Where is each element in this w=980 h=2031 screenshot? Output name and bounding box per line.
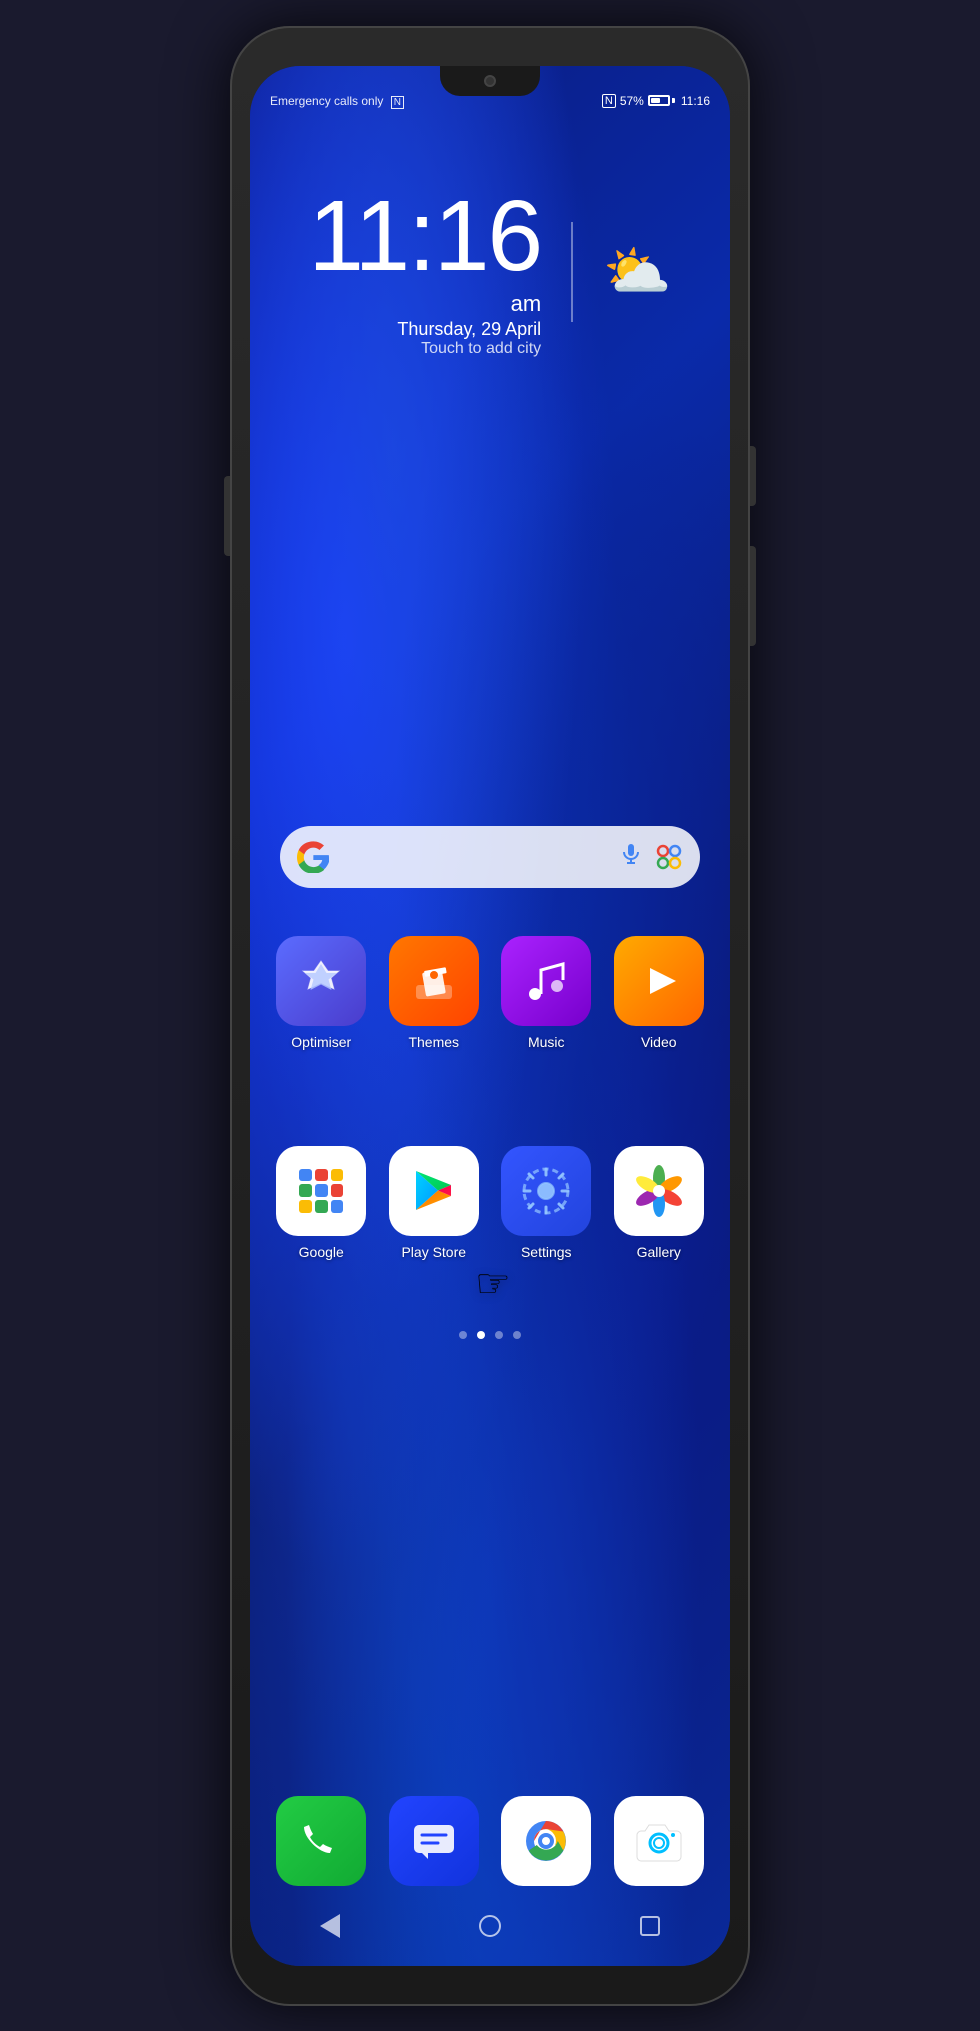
app-icon-settings	[501, 1146, 591, 1236]
app-icon-video	[614, 936, 704, 1026]
phone-screen: Emergency calls only N N 57% 11:16 11:16…	[250, 66, 730, 1966]
clock-area: 11:16 am Thursday, 29 April Touch to add…	[250, 186, 730, 358]
lens-icon[interactable]	[653, 841, 685, 873]
app-label-google: Google	[299, 1244, 344, 1260]
back-triangle-icon	[320, 1914, 340, 1938]
app-grid-row1: Optimiser Themes	[270, 936, 710, 1050]
side-button-right-top[interactable]	[750, 446, 756, 506]
nfc-icon: N	[391, 96, 404, 109]
dock-item-camera[interactable]	[608, 1796, 711, 1886]
app-icon-optimiser	[276, 936, 366, 1026]
app-item-video[interactable]: Video	[608, 936, 711, 1050]
clock-date: Thursday, 29 April	[308, 319, 541, 340]
page-dots	[250, 1331, 730, 1339]
app-label-video: Video	[641, 1034, 677, 1050]
app-icon-camera	[614, 1796, 704, 1886]
dot-2[interactable]	[477, 1331, 485, 1339]
recent-square-icon	[640, 1916, 660, 1936]
status-left: Emergency calls only N	[270, 94, 404, 108]
nav-recent-button[interactable]	[630, 1906, 670, 1946]
nfc-indicator: N	[602, 94, 616, 108]
app-icon-themes	[389, 936, 479, 1026]
dot-3	[495, 1331, 503, 1339]
phone-outer: Emergency calls only N N 57% 11:16 11:16…	[230, 26, 750, 2006]
app-icon-google	[276, 1146, 366, 1236]
app-icon-music	[501, 936, 591, 1026]
clock-divider	[571, 222, 573, 322]
dock-item-chrome[interactable]	[495, 1796, 598, 1886]
dock	[270, 1796, 710, 1886]
clock-am: am	[308, 291, 541, 317]
nav-back-button[interactable]	[310, 1906, 350, 1946]
battery-percent: 57%	[620, 94, 644, 108]
google-logo	[295, 839, 331, 875]
clock-city[interactable]: Touch to add city	[308, 340, 541, 358]
battery-icon	[648, 95, 675, 106]
app-label-music: Music	[528, 1034, 565, 1050]
app-icon-chrome	[501, 1796, 591, 1886]
app-item-music[interactable]: Music	[495, 936, 598, 1050]
time-display: 11:16	[681, 94, 710, 108]
app-label-playstore: Play Store	[401, 1244, 466, 1260]
dock-item-phone[interactable]	[270, 1796, 373, 1886]
cursor-hand: ☞	[475, 1261, 511, 1307]
dot-4	[513, 1331, 521, 1339]
weather-icon[interactable]: ⛅	[603, 244, 671, 299]
notch-camera	[484, 75, 496, 87]
side-button-left[interactable]	[224, 476, 230, 556]
dock-item-messages[interactable]	[383, 1796, 486, 1886]
app-label-settings: Settings	[521, 1244, 572, 1260]
app-icon-messages	[389, 1796, 479, 1886]
nav-bar	[250, 1896, 730, 1956]
side-button-right-mid[interactable]	[750, 546, 756, 646]
notch	[440, 66, 540, 96]
search-bar[interactable]	[280, 826, 700, 888]
app-item-google[interactable]: Google	[270, 1146, 373, 1260]
nav-home-button[interactable]	[470, 1906, 510, 1946]
dot-1	[459, 1331, 467, 1339]
app-icon-playstore	[389, 1146, 479, 1236]
app-label-gallery: Gallery	[637, 1244, 681, 1260]
emergency-text: Emergency calls only	[270, 94, 383, 108]
home-circle-icon	[479, 1915, 501, 1937]
app-icon-phone	[276, 1796, 366, 1886]
app-label-optimiser: Optimiser	[291, 1034, 351, 1050]
app-item-settings[interactable]: Settings	[495, 1146, 598, 1260]
app-item-gallery[interactable]: Gallery	[608, 1146, 711, 1260]
mic-icon[interactable]	[619, 842, 643, 872]
app-grid-row2: Google	[270, 1146, 710, 1260]
app-item-optimiser[interactable]: Optimiser	[270, 936, 373, 1050]
app-item-playstore[interactable]: Play Store	[383, 1146, 486, 1260]
app-item-themes[interactable]: Themes	[383, 936, 486, 1050]
clock-time: 11:16	[308, 186, 541, 286]
clock-time-block: 11:16 am Thursday, 29 April Touch to add…	[308, 186, 541, 358]
status-right: N 57% 11:16	[602, 94, 710, 108]
app-icon-gallery	[614, 1146, 704, 1236]
app-label-themes: Themes	[408, 1034, 459, 1050]
